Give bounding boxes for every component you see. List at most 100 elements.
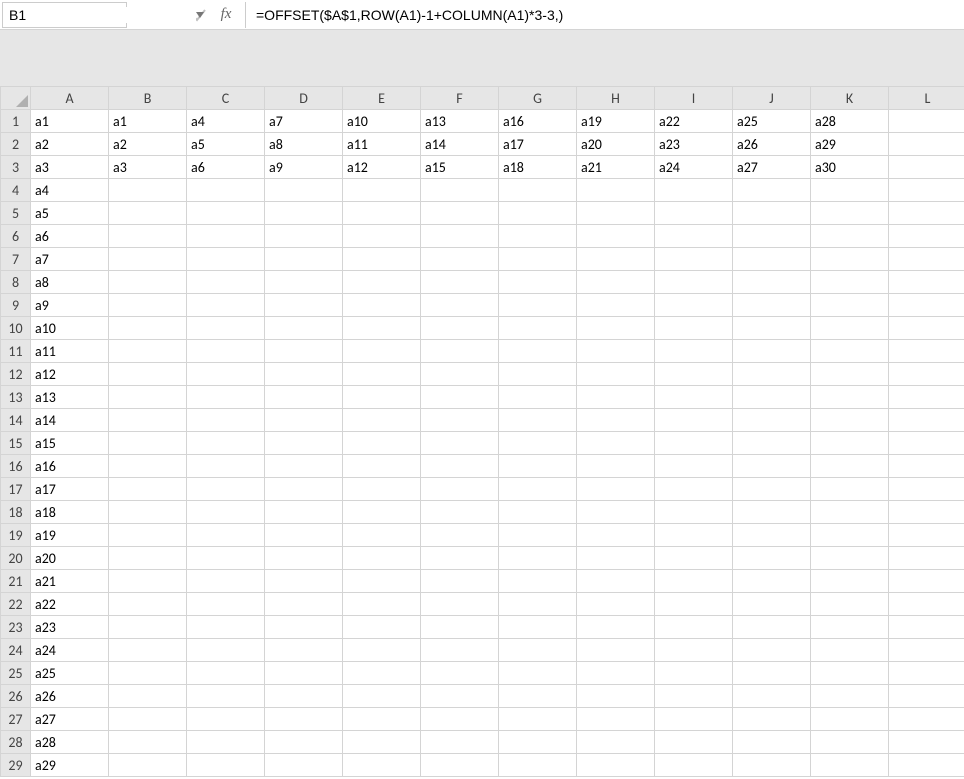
cell[interactable]: [265, 662, 343, 685]
cell[interactable]: a25: [733, 110, 811, 133]
cell[interactable]: [343, 593, 421, 616]
cell[interactable]: [187, 547, 265, 570]
cell[interactable]: [343, 294, 421, 317]
cell[interactable]: [421, 340, 499, 363]
cell[interactable]: [733, 409, 811, 432]
cell[interactable]: [655, 593, 733, 616]
cell[interactable]: [889, 547, 964, 570]
cell[interactable]: [343, 662, 421, 685]
cell[interactable]: [811, 202, 889, 225]
cell[interactable]: [811, 754, 889, 777]
cell[interactable]: [811, 363, 889, 386]
cell[interactable]: [187, 340, 265, 363]
cell[interactable]: [655, 524, 733, 547]
row-header[interactable]: 13: [1, 386, 31, 409]
cell[interactable]: [109, 317, 187, 340]
cell[interactable]: [733, 294, 811, 317]
cell[interactable]: a1: [31, 110, 109, 133]
cell[interactable]: [733, 202, 811, 225]
cell[interactable]: a20: [577, 133, 655, 156]
row-header[interactable]: 4: [1, 179, 31, 202]
cell[interactable]: [499, 570, 577, 593]
cell[interactable]: [187, 478, 265, 501]
row-header[interactable]: 8: [1, 271, 31, 294]
cell[interactable]: a10: [343, 110, 421, 133]
cell[interactable]: [343, 179, 421, 202]
row-header[interactable]: 27: [1, 708, 31, 731]
cell[interactable]: [265, 271, 343, 294]
cell[interactable]: [421, 662, 499, 685]
cell[interactable]: [109, 731, 187, 754]
row-header[interactable]: 12: [1, 363, 31, 386]
cell[interactable]: [655, 340, 733, 363]
cell[interactable]: [655, 317, 733, 340]
row-header[interactable]: 9: [1, 294, 31, 317]
cell[interactable]: [577, 409, 655, 432]
cell[interactable]: [421, 639, 499, 662]
cell[interactable]: [577, 616, 655, 639]
row-header[interactable]: 25: [1, 662, 31, 685]
cell[interactable]: [889, 386, 964, 409]
cell[interactable]: [811, 616, 889, 639]
row-header[interactable]: 18: [1, 501, 31, 524]
cell[interactable]: [733, 386, 811, 409]
cell[interactable]: a24: [655, 156, 733, 179]
cell[interactable]: [187, 202, 265, 225]
row-header[interactable]: 23: [1, 616, 31, 639]
cell[interactable]: [499, 432, 577, 455]
cell[interactable]: [187, 616, 265, 639]
cell[interactable]: [655, 386, 733, 409]
cell[interactable]: [733, 731, 811, 754]
cell[interactable]: a9: [31, 294, 109, 317]
cell[interactable]: [499, 593, 577, 616]
column-header[interactable]: F: [421, 87, 499, 110]
cell[interactable]: [499, 179, 577, 202]
cell[interactable]: a7: [265, 110, 343, 133]
cell[interactable]: [499, 409, 577, 432]
cell[interactable]: [655, 294, 733, 317]
cell[interactable]: [109, 202, 187, 225]
cell[interactable]: [421, 248, 499, 271]
cell[interactable]: [499, 685, 577, 708]
cell[interactable]: [655, 754, 733, 777]
cell[interactable]: [889, 133, 964, 156]
cell[interactable]: [265, 202, 343, 225]
cell[interactable]: [343, 639, 421, 662]
cell[interactable]: a3: [109, 156, 187, 179]
cell[interactable]: [733, 248, 811, 271]
cell[interactable]: [265, 455, 343, 478]
column-header[interactable]: G: [499, 87, 577, 110]
cell[interactable]: [811, 340, 889, 363]
cell[interactable]: [187, 685, 265, 708]
cell[interactable]: a28: [811, 110, 889, 133]
row-header[interactable]: 3: [1, 156, 31, 179]
cell[interactable]: a20: [31, 547, 109, 570]
cell[interactable]: [577, 340, 655, 363]
cell[interactable]: [499, 294, 577, 317]
cell[interactable]: [499, 639, 577, 662]
cell[interactable]: [343, 524, 421, 547]
cell[interactable]: [499, 478, 577, 501]
cell[interactable]: a27: [31, 708, 109, 731]
cell[interactable]: [655, 547, 733, 570]
cell[interactable]: [577, 455, 655, 478]
cell[interactable]: a6: [31, 225, 109, 248]
cell[interactable]: [109, 685, 187, 708]
cell[interactable]: [655, 202, 733, 225]
cell[interactable]: [889, 478, 964, 501]
cell[interactable]: [421, 501, 499, 524]
cell[interactable]: [655, 478, 733, 501]
cell[interactable]: [499, 754, 577, 777]
cell[interactable]: [889, 340, 964, 363]
cell[interactable]: [811, 271, 889, 294]
cell[interactable]: [655, 685, 733, 708]
cell[interactable]: [811, 432, 889, 455]
cell[interactable]: [889, 754, 964, 777]
cell[interactable]: [109, 386, 187, 409]
cell[interactable]: a4: [187, 110, 265, 133]
cell[interactable]: [655, 409, 733, 432]
cell[interactable]: [499, 363, 577, 386]
cell[interactable]: [421, 547, 499, 570]
cell[interactable]: [265, 294, 343, 317]
cell[interactable]: [187, 501, 265, 524]
